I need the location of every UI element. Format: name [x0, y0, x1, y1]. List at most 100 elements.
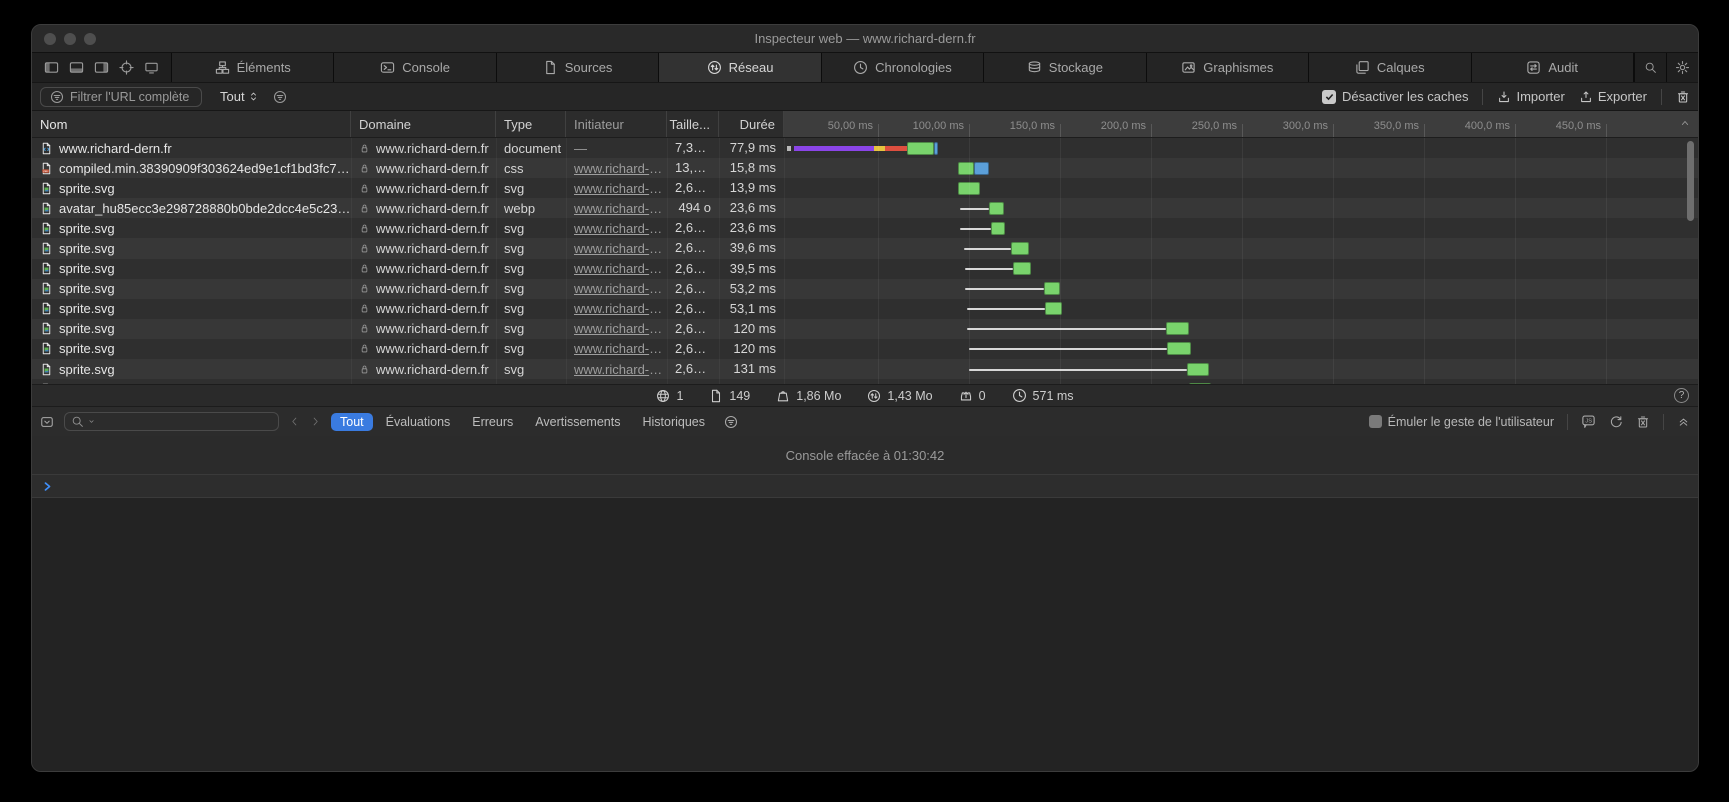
tab-console[interactable]: Console [334, 53, 496, 82]
initiator-link[interactable]: www.richard-d... [574, 241, 667, 256]
waterfall-wait-line [967, 328, 1165, 330]
timeline-tick [1151, 124, 1152, 137]
device-icon[interactable] [144, 60, 159, 75]
prompt-chevron-icon [42, 481, 53, 492]
table-row[interactable]: sprite.svgwww.richard-dern.frsvgwww.rich… [32, 339, 1698, 359]
filter-options-button[interactable] [273, 90, 287, 104]
initiator-link[interactable]: www.richard-d... [574, 362, 667, 377]
vertical-scrollbar[interactable] [1687, 141, 1694, 221]
table-row[interactable]: sprite.svgwww.richard-dern.frsvgwww.rich… [32, 238, 1698, 258]
console-tab-tout[interactable]: Tout [331, 413, 373, 431]
magnifier-icon [71, 415, 84, 428]
initiator-link[interactable]: www.richard-d... [574, 181, 667, 196]
initiator-link[interactable]: www.richard-d... [574, 201, 667, 216]
collapse-console-chevrons-icon[interactable] [1677, 415, 1690, 428]
resource-type: svg [504, 241, 524, 256]
disable-caches-checkbox[interactable]: Désactiver les caches [1322, 89, 1468, 104]
table-row[interactable]: sprite.svgwww.richard-dern.frsvgwww.rich… [32, 218, 1698, 238]
close-window-button[interactable] [44, 33, 56, 45]
table-row[interactable]: sprite.svgwww.richard-dern.frsvgwww.rich… [32, 259, 1698, 279]
emulate-user-gesture-checkbox[interactable]: Émuler le geste de l'utilisateur [1369, 415, 1554, 429]
search-button[interactable] [1634, 53, 1666, 82]
column-header-type[interactable]: Type [496, 111, 566, 137]
table-row[interactable]: sprite.svgwww.richard-dern.frsvgwww.rich… [32, 359, 1698, 379]
console-search-input[interactable] [64, 412, 279, 431]
column-header-name[interactable]: Nom [32, 111, 351, 137]
console-picker-icon[interactable] [40, 415, 54, 429]
next-result-button[interactable] [310, 416, 321, 427]
table-row[interactable]: www.richard-dern.frwww.richard-dern.frdo… [32, 138, 1698, 158]
waterfall-segment-green [958, 182, 980, 195]
resource-domain: www.richard-dern.fr [376, 161, 489, 176]
timeline-tick [969, 124, 970, 137]
status-clock: 571 ms [1012, 388, 1074, 403]
initiator-link[interactable]: www.richard-d... [574, 221, 667, 236]
file-icon [709, 389, 723, 403]
tab-calques[interactable]: Calques [1309, 53, 1471, 82]
resource-size: 13,68... [667, 158, 719, 178]
chevron-up-icon[interactable] [1679, 117, 1691, 129]
column-header-initiator[interactable]: Initiateur [566, 111, 667, 137]
minimize-window-button[interactable] [64, 33, 76, 45]
import-button[interactable]: Importer [1497, 89, 1564, 104]
dock-bottom-icon[interactable] [69, 60, 84, 75]
resource-type: svg [504, 341, 524, 356]
table-row[interactable]: sprite.svgwww.richard-dern.frsvgwww.rich… [32, 299, 1698, 319]
checkbox-checked-icon [1322, 90, 1336, 104]
resource-size: 494 o [667, 198, 719, 218]
tab-réseau[interactable]: Réseau [659, 53, 821, 82]
initiator-link[interactable]: www.richard-d... [574, 301, 667, 316]
tab-stockage[interactable]: Stockage [984, 53, 1146, 82]
dock-left-icon[interactable] [44, 60, 59, 75]
element-picker-icon[interactable] [119, 60, 134, 75]
initiator-link[interactable]: www.richard-d... [574, 161, 667, 176]
resource-domain: www.richard-dern.fr [376, 141, 489, 156]
dock-right-icon[interactable] [94, 60, 109, 75]
table-row[interactable]: csscompiled.min.38390909f303624ed9e1cf1b… [32, 158, 1698, 178]
resource-duration: 15,8 ms [719, 158, 784, 178]
console-tab-évaluations[interactable]: Évaluations [377, 413, 460, 431]
tab-graphismes[interactable]: Graphismes [1147, 53, 1309, 82]
console-tab-erreurs[interactable]: Erreurs [463, 413, 522, 431]
initiator-link[interactable]: www.richard-d... [574, 261, 667, 276]
clear-console-trash-icon[interactable] [1636, 415, 1650, 429]
table-row[interactable]: avatar_hu85ecc3e298728880b0bde2dcc4e5c23… [32, 198, 1698, 218]
tab-éléments[interactable]: Éléments [172, 53, 334, 82]
resource-type-select[interactable]: Tout [220, 89, 259, 104]
settings-button[interactable] [1666, 53, 1698, 82]
weight-icon [776, 389, 790, 403]
tab-audit[interactable]: Audit [1472, 53, 1634, 82]
tab-sources[interactable]: Sources [497, 53, 659, 82]
table-row[interactable]: sprite.svgwww.richard-dern.frsvgwww.rich… [32, 279, 1698, 299]
import-label: Importer [1516, 89, 1564, 104]
column-header-size[interactable]: Taille... [667, 111, 719, 137]
console-prompt[interactable] [32, 474, 1698, 498]
resource-duration: 53,2 ms [719, 279, 784, 299]
console-tab-historiques[interactable]: Historiques [633, 413, 714, 431]
initiator-link[interactable]: www.richard-d... [574, 281, 667, 296]
clock-icon [1012, 388, 1027, 403]
refresh-icon[interactable] [1609, 415, 1623, 429]
divider [1482, 89, 1483, 105]
waterfall-segment-gray [787, 146, 791, 151]
timeline-tick [1333, 124, 1334, 137]
initiator-link[interactable]: www.richard-d... [574, 341, 667, 356]
js-context-bubble-icon[interactable]: JS [1581, 414, 1596, 429]
clear-network-items-trash-icon[interactable] [1676, 90, 1690, 104]
console-filter-icon[interactable] [724, 415, 738, 429]
table-row[interactable]: sprite.svgwww.richard-dern.frsvgwww.rich… [32, 178, 1698, 198]
tab-chronologies[interactable]: Chronologies [822, 53, 984, 82]
console-tab-avertissements[interactable]: Avertissements [526, 413, 629, 431]
previous-result-button[interactable] [289, 416, 300, 427]
storage-icon [1027, 60, 1042, 75]
zoom-window-button[interactable] [84, 33, 96, 45]
help-button[interactable]: ? [1674, 388, 1689, 403]
waterfall-bar [784, 138, 1698, 158]
column-header-domain[interactable]: Domaine [351, 111, 496, 137]
url-filter-input[interactable]: Filtrer l'URL complète [40, 87, 202, 107]
waterfall-bar [784, 339, 1698, 359]
column-header-duration[interactable]: Durée [719, 111, 784, 137]
initiator-link[interactable]: www.richard-d... [574, 321, 667, 336]
export-button[interactable]: Exporter [1579, 89, 1647, 104]
table-row[interactable]: sprite.svgwww.richard-dern.frsvgwww.rich… [32, 319, 1698, 339]
